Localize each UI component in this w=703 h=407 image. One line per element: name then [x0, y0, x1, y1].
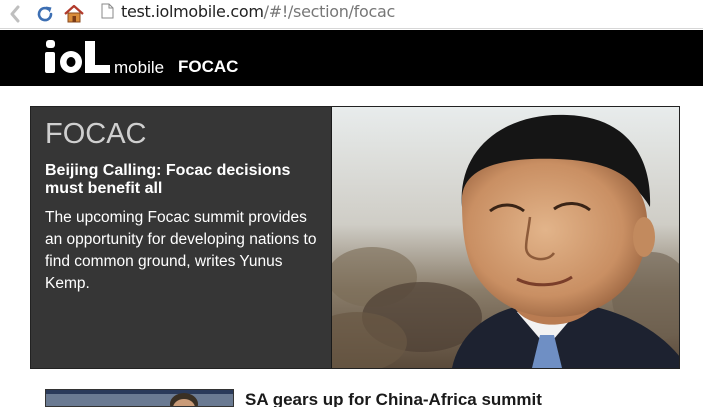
- back-button[interactable]: [4, 2, 28, 26]
- brand-suffix: mobile: [114, 58, 165, 77]
- reload-icon: [37, 6, 53, 22]
- page-icon: [101, 3, 114, 19]
- reload-button[interactable]: [33, 2, 57, 26]
- browser-toolbar: test.iolmobile.com/#!/section/focac: [0, 0, 703, 29]
- thumbnail-photo: [46, 390, 233, 406]
- url-host: test.iolmobile.com: [121, 2, 264, 21]
- hero-story[interactable]: FOCAC Beijing Calling: Focac decisions m…: [30, 106, 680, 369]
- portrait-photo: [332, 107, 679, 368]
- story-headline[interactable]: SA gears up for China-Africa summit: [245, 390, 542, 407]
- hero-headline[interactable]: Beijing Calling: Focac decisions must be…: [45, 162, 317, 198]
- hero-blurb: The upcoming Focac summit provides an op…: [45, 209, 317, 292]
- url-path: /#!/section/focac: [263, 2, 396, 21]
- iol-logo[interactable]: [44, 38, 112, 76]
- hero-photo[interactable]: [331, 107, 679, 368]
- home-button[interactable]: [62, 2, 86, 26]
- hero-text-panel: FOCAC Beijing Calling: Focac decisions m…: [31, 107, 331, 368]
- back-icon: [10, 5, 20, 23]
- story-thumbnail[interactable]: [45, 389, 234, 407]
- home-icon: [64, 4, 84, 23]
- address-bar[interactable]: test.iolmobile.com/#!/section/focac: [121, 2, 395, 22]
- site-header: mobile FOCAC: [0, 30, 703, 86]
- hero-section-label: FOCAC: [45, 118, 147, 150]
- section-title[interactable]: FOCAC: [178, 57, 238, 77]
